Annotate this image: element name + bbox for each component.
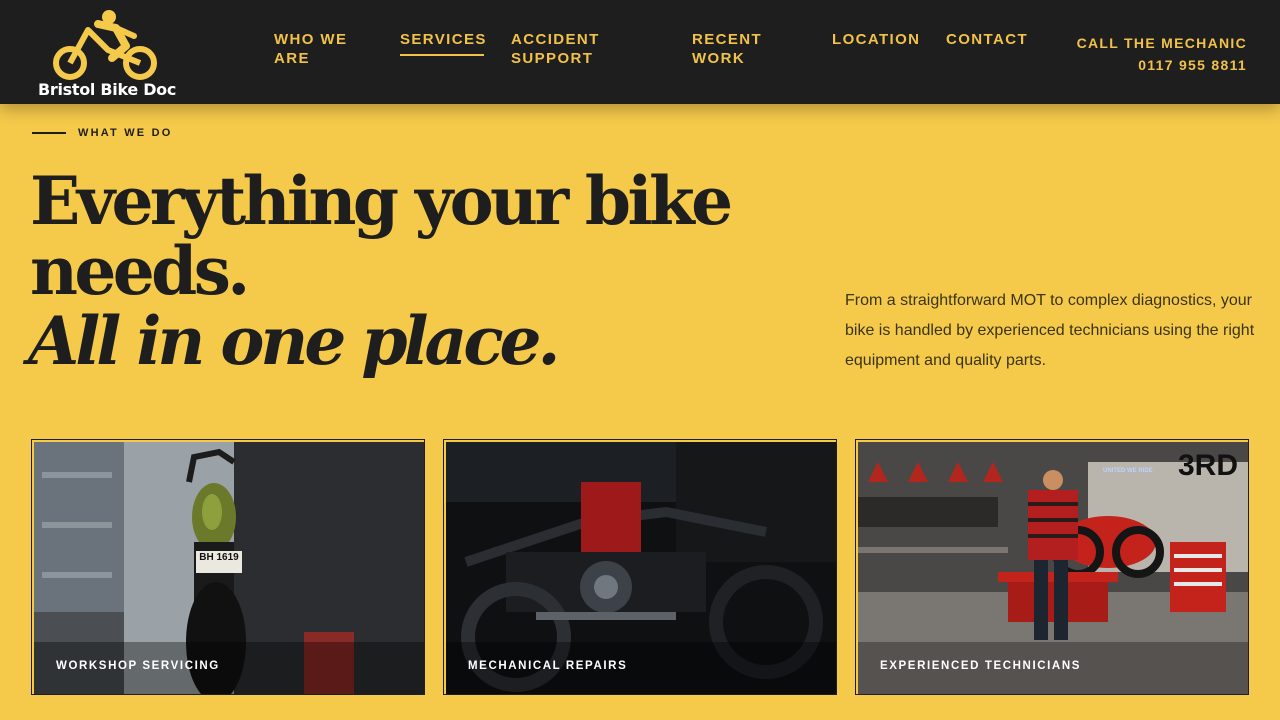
service-card-workshop[interactable]: BH 1619 WORKSHOP SERVICING: [31, 439, 425, 695]
card-label: MECHANICAL REPAIRS: [468, 660, 628, 672]
neon-sign-text: UNITED WE RIDE: [1103, 468, 1153, 474]
eyebrow-divider: [32, 132, 66, 134]
wall-sign-text: 3RD: [1178, 449, 1238, 482]
nav-label-line2: ARE: [274, 50, 310, 67]
service-card-mechanical[interactable]: MECHANICAL REPAIRS: [443, 439, 837, 695]
nav-label-line2: SUPPORT: [511, 50, 594, 67]
card-label: EXPERIENCED TECHNICIANS: [880, 660, 1082, 672]
call-mechanic-link[interactable]: CALL THE MECHANIC 0117 955 8811: [1077, 32, 1247, 76]
nav-label: CONTACT: [946, 31, 1029, 48]
nav-who-we-are[interactable]: WHO WE ARE: [274, 30, 347, 68]
service-card-technicians[interactable]: 3RD UNITED WE RIDE EXPERIENCED TECHNICIA…: [855, 439, 1249, 695]
brand-name: Bristol Bike Doc: [38, 80, 177, 99]
nav-label: LOCATION: [832, 31, 921, 48]
hero-intro: From a straightforward MOT to complex di…: [845, 292, 1255, 369]
nav-label-line1: WHO WE: [274, 31, 348, 48]
motorcycle-rider-icon: [53, 10, 157, 80]
site-header: Bristol Bike Doc WHO WE ARE SERVICES ACC…: [0, 0, 1280, 104]
mechanical-repairs-photo: [446, 442, 836, 694]
headline-line2: needs.: [30, 232, 250, 310]
nav-label: SERVICES: [400, 31, 487, 48]
nav-recent-work[interactable]: RECENT WORK: [692, 30, 762, 68]
nav-accident-support[interactable]: ACCIDENT SUPPORT: [511, 30, 600, 68]
nav-label-line1: ACCIDENT: [511, 31, 600, 48]
eyebrow-text: WHAT WE DO: [78, 127, 173, 139]
headline-line3: All in one place.: [28, 302, 560, 380]
nav-contact[interactable]: CONTACT: [946, 30, 1028, 49]
nav-label-line1: RECENT: [692, 31, 763, 48]
card-label: WORKSHOP SERVICING: [56, 660, 220, 672]
nav-services[interactable]: SERVICES: [400, 30, 487, 56]
headline-line1: Everything your bike: [30, 162, 733, 240]
logo-link[interactable]: Bristol Bike Doc: [36, 8, 176, 102]
call-phone: 0117 955 8811: [1138, 57, 1247, 73]
section-eyebrow: WHAT WE DO: [32, 127, 173, 139]
call-label: CALL THE MECHANIC: [1076, 35, 1247, 51]
technician-photo: 3RD UNITED WE RIDE: [858, 442, 1248, 694]
license-plate-text: BH 1619: [199, 552, 239, 563]
nav-location[interactable]: LOCATION: [832, 30, 920, 49]
hero-headline: Everything your bike needs. All in one p…: [28, 162, 733, 380]
workshop-photo: BH 1619: [34, 442, 424, 694]
nav-label-line2: WORK: [692, 50, 746, 67]
